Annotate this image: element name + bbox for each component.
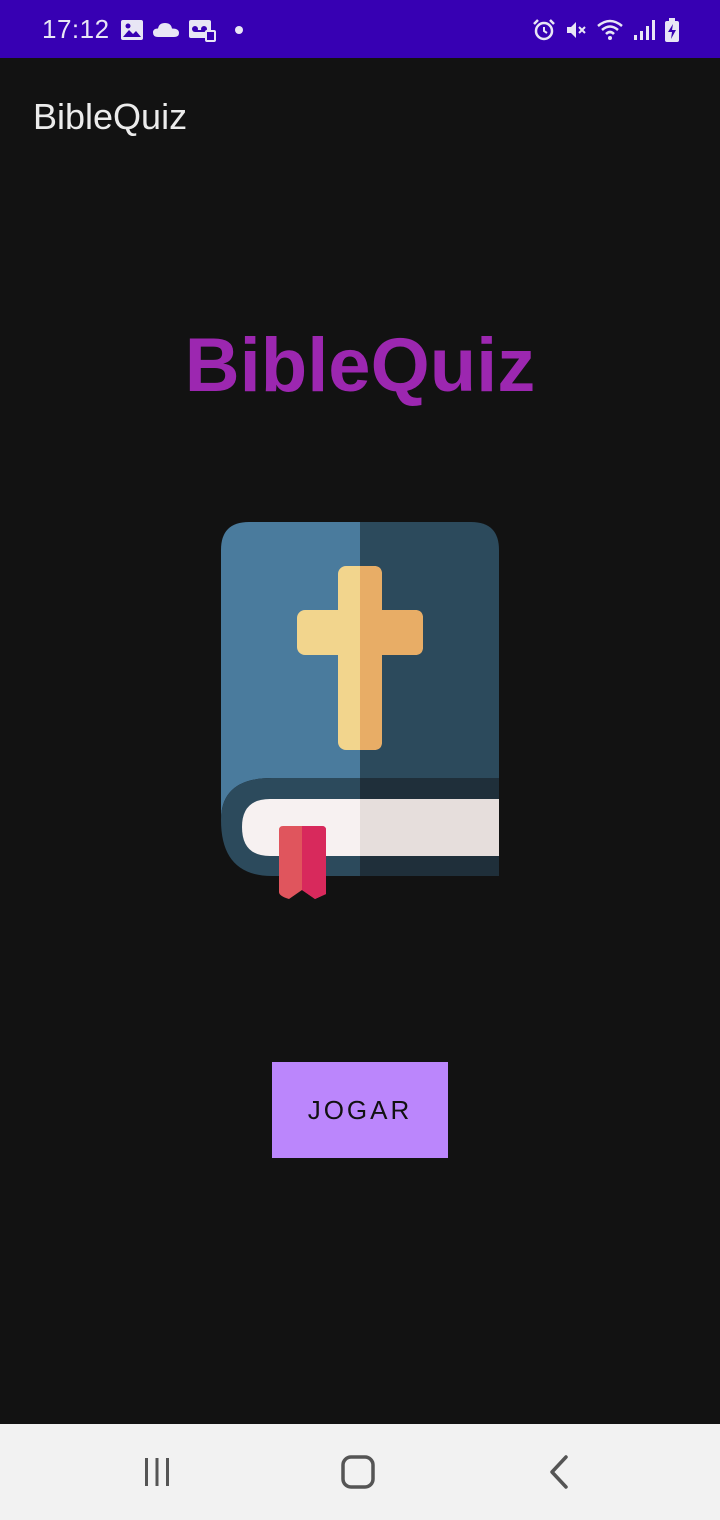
toolbar-title: BibleQuiz [33,96,188,137]
mute-icon [567,22,586,38]
wifi-icon [597,19,623,40]
alarm-icon [533,19,555,41]
recent-apps-icon [145,1458,169,1486]
recent-apps-button[interactable] [133,1448,181,1496]
voicemail-icon [189,20,216,42]
back-icon [550,1455,568,1489]
status-right-icons [532,16,680,44]
page-title: BibleQuiz [184,323,536,408]
dot-icon [235,26,243,34]
nav-bar [0,1424,720,1520]
home-icon [341,1455,375,1489]
status-bar: 17:12 [0,0,720,58]
cloud-icon [153,23,179,37]
signal-icon [634,20,655,40]
back-button[interactable] [536,1448,584,1496]
home-button[interactable] [334,1448,382,1496]
battery-icon [665,18,679,42]
play-button[interactable]: JOGAR [272,1062,448,1158]
status-time: 17:12 [42,14,110,44]
bible-book-icon [221,522,499,899]
image-icon [121,20,143,40]
status-left-icons [120,16,244,44]
